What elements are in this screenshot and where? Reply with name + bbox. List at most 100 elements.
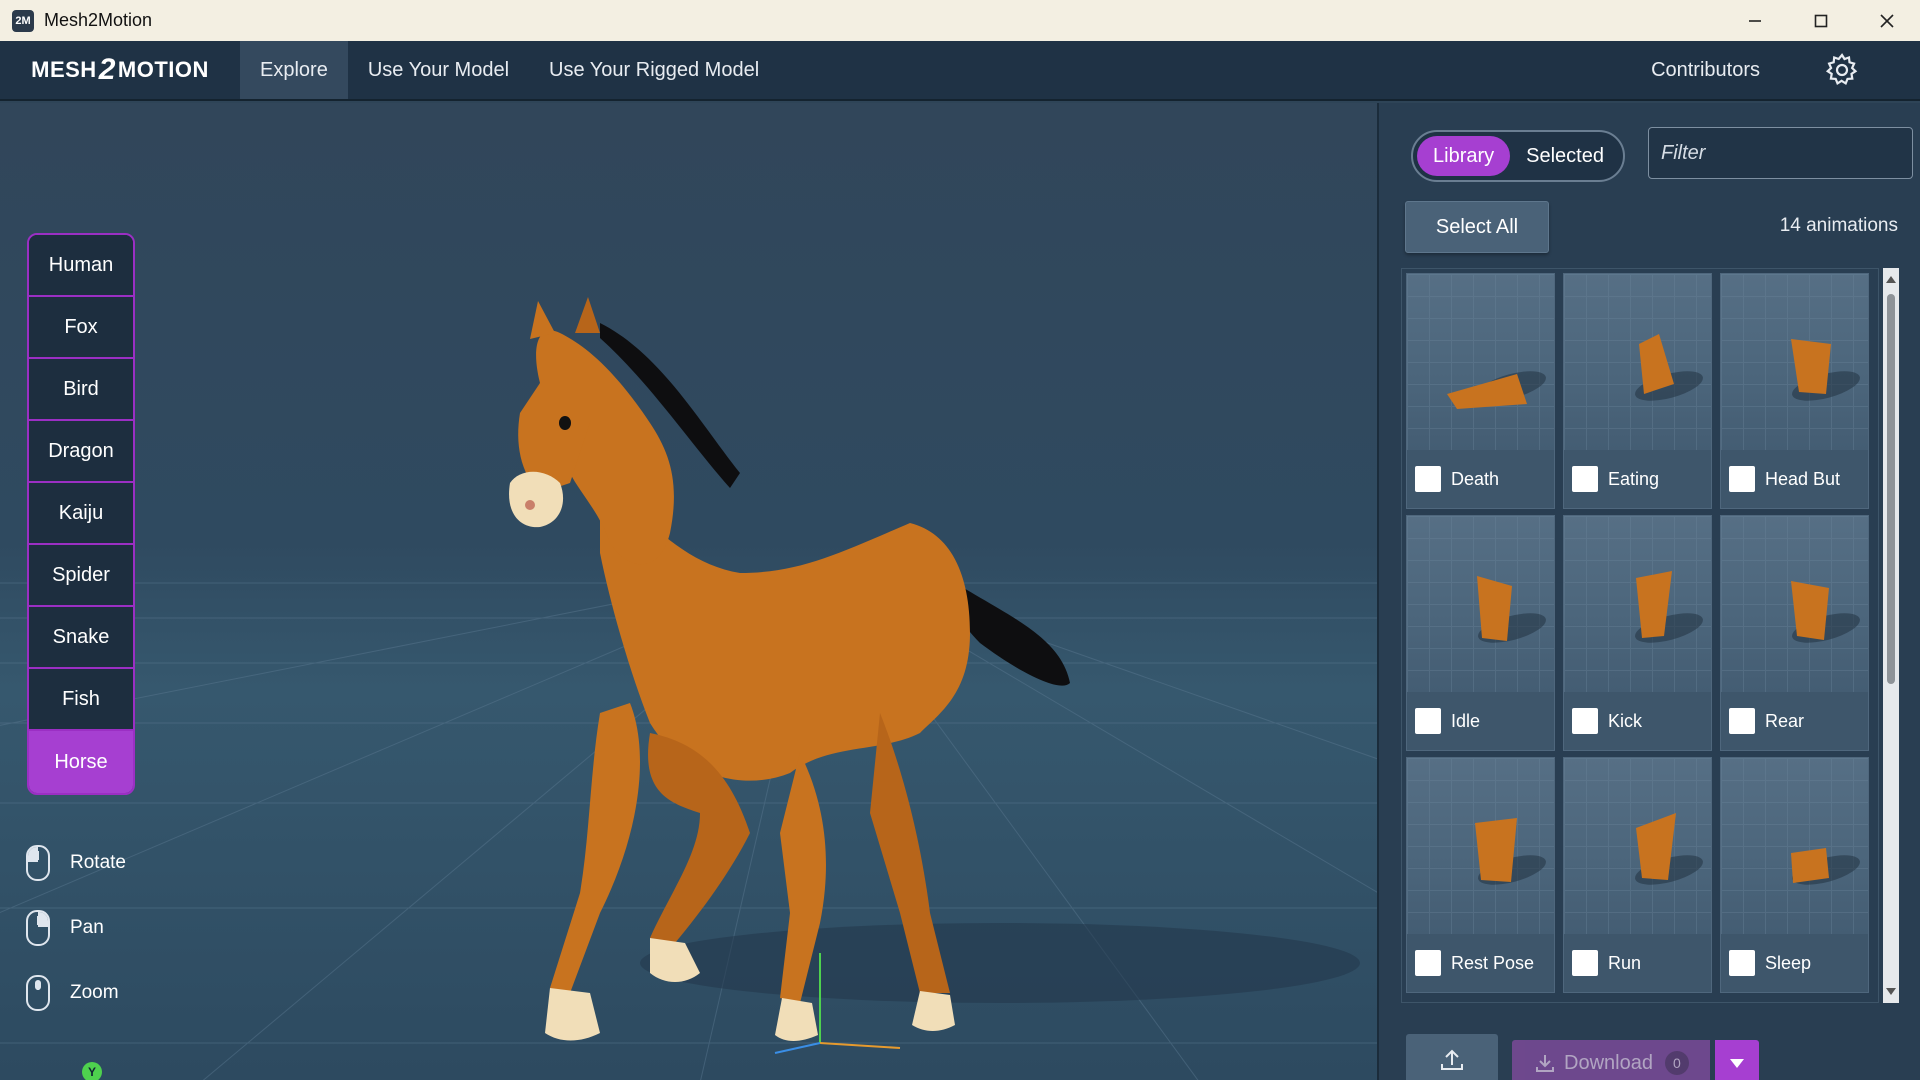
animation-checkbox[interactable] [1729, 466, 1755, 492]
select-all-button[interactable]: Select All [1405, 201, 1549, 253]
horse-preview-icon [1639, 334, 1674, 394]
minimize-button[interactable] [1722, 0, 1788, 41]
tab-library[interactable]: Library [1417, 136, 1511, 176]
axis-y-indicator: Y [82, 1062, 102, 1080]
animation-thumbnail [1407, 274, 1554, 450]
maximize-button[interactable] [1788, 0, 1854, 41]
model-item-bird[interactable]: Bird [29, 359, 133, 421]
mouse-controls-legend: Rotate Pan Zoom [26, 830, 126, 1025]
minimize-icon [1749, 19, 1761, 22]
animation-checkbox[interactable] [1729, 950, 1755, 976]
animation-thumbnail [1407, 516, 1554, 692]
panel-footer: Download 0 [1379, 1028, 1920, 1080]
horse-preview-icon [1791, 339, 1831, 394]
nav-tab-use-your-model[interactable]: Use Your Model [348, 41, 529, 99]
scroll-up-arrow[interactable] [1886, 276, 1896, 283]
contributors-link[interactable]: Contributors [1651, 59, 1760, 82]
mouse-left-icon [26, 844, 50, 881]
animation-checkbox[interactable] [1415, 708, 1441, 734]
upload-button[interactable] [1406, 1034, 1498, 1080]
download-icon [1536, 1055, 1554, 1072]
tab-selected[interactable]: Selected [1510, 136, 1620, 176]
model-type-list: Human Fox Bird Dragon Kaiju Spider Snake… [27, 233, 135, 795]
animation-name: Kick [1608, 710, 1643, 731]
horse-model [509, 297, 1070, 1054]
filter-input[interactable] [1648, 127, 1913, 179]
scroll-down-arrow[interactable] [1886, 988, 1896, 995]
close-icon [1880, 13, 1894, 28]
animation-name: Eating [1608, 468, 1660, 489]
animation-thumbnail [1721, 758, 1868, 934]
model-item-dragon[interactable]: Dragon [29, 421, 133, 483]
horse-preview-icon [1636, 813, 1676, 880]
animation-name: Sleep [1765, 952, 1812, 973]
animation-card-rear[interactable]: Rear [1720, 515, 1869, 751]
horse-preview-icon [1636, 571, 1672, 638]
animation-checkbox[interactable] [1572, 708, 1598, 734]
animation-count: 14 animations [1779, 215, 1898, 236]
download-button[interactable]: Download 0 [1512, 1040, 1710, 1080]
animation-checkbox[interactable] [1415, 950, 1441, 976]
3d-viewport[interactable]: Human Fox Bird Dragon Kaiju Spider Snake… [0, 103, 1377, 1080]
gear-icon [1825, 53, 1858, 86]
animation-name: Head But [1765, 468, 1841, 489]
animation-checkbox[interactable] [1729, 708, 1755, 734]
animation-card-sleep[interactable]: Sleep [1720, 757, 1869, 993]
maximize-icon [1814, 14, 1828, 27]
window-controls [1722, 0, 1920, 41]
model-item-spider[interactable]: Spider [29, 545, 133, 607]
scrollbar-thumb[interactable] [1887, 294, 1895, 684]
nav-tab-use-your-rigged-model[interactable]: Use Your Rigged Model [529, 41, 779, 99]
horse-preview-icon [1791, 848, 1829, 883]
horse-preview-icon [1475, 818, 1517, 882]
animation-card-death[interactable]: Death [1406, 273, 1555, 509]
window-titlebar: 2M Mesh2Motion [0, 0, 1920, 41]
animation-name: Rest Pose [1451, 952, 1535, 973]
animation-thumbnail [1721, 516, 1868, 692]
settings-button[interactable] [1824, 52, 1860, 88]
app-icon: 2M [12, 9, 34, 32]
upload-icon [1441, 1049, 1463, 1070]
animation-card-eating[interactable]: Eating [1563, 273, 1712, 509]
animation-checkbox[interactable] [1415, 466, 1441, 492]
animation-card-rest-pose[interactable]: Rest Pose [1406, 757, 1555, 993]
model-item-fish[interactable]: Fish [29, 669, 133, 731]
download-count-badge: 0 [1664, 1051, 1689, 1075]
logo-text-mid: 2 [98, 53, 116, 86]
model-item-horse[interactable]: Horse [29, 731, 133, 793]
animation-card-head-but[interactable]: Head But [1720, 273, 1869, 509]
download-dropdown-button[interactable] [1715, 1040, 1759, 1080]
close-button[interactable] [1854, 0, 1920, 41]
animation-panel: Library Selected Select All 14 animation… [1377, 103, 1920, 1080]
animation-card-run[interactable]: Run [1563, 757, 1712, 993]
horse-preview-icon [1447, 374, 1527, 409]
animation-checkbox[interactable] [1572, 466, 1598, 492]
download-label: Download [1564, 1051, 1653, 1074]
zoom-hint: Zoom [26, 960, 126, 1025]
logo-text-left: MESH [31, 57, 97, 82]
animation-name: Death [1451, 468, 1500, 489]
model-item-fox[interactable]: Fox [29, 297, 133, 359]
animation-card-idle[interactable]: Idle [1406, 515, 1555, 751]
animation-gallery[interactable]: Death Eating Head But Idle Kick Rear Rest Pose… [1401, 268, 1879, 1003]
animation-checkbox[interactable] [1572, 950, 1598, 976]
app-navbar: MESH 2 MOTION Explore Use Your Model Use Y… [0, 41, 1920, 101]
mouse-right-icon [26, 909, 50, 946]
model-item-human[interactable]: Human [29, 235, 133, 297]
animation-name: Rear [1765, 710, 1805, 731]
rotate-label: Rotate [70, 851, 126, 873]
animation-name: Run [1608, 952, 1642, 973]
nav-tab-explore[interactable]: Explore [240, 41, 348, 99]
horse-preview-icon [1791, 581, 1829, 640]
animation-card-kick[interactable]: Kick [1563, 515, 1712, 751]
animation-thumbnail [1564, 758, 1711, 934]
app-logo[interactable]: MESH 2 MOTION [0, 41, 240, 99]
rotate-hint: Rotate [26, 830, 126, 895]
window-title: Mesh2Motion [44, 10, 153, 30]
model-item-kaiju[interactable]: Kaiju [29, 483, 133, 545]
gallery-scrollbar[interactable] [1883, 268, 1899, 1003]
model-item-snake[interactable]: Snake [29, 607, 133, 669]
animation-name: Idle [1451, 710, 1481, 731]
animation-thumbnail [1407, 758, 1554, 934]
animation-thumbnail [1564, 516, 1711, 692]
